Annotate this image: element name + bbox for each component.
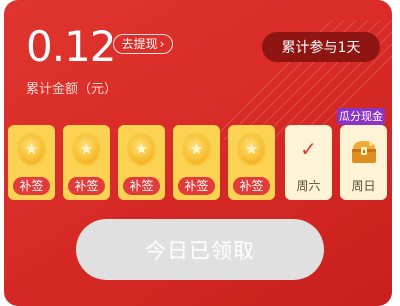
withdraw-label: 去提现 bbox=[121, 37, 158, 51]
star-coin-icon: ★ bbox=[17, 133, 46, 166]
makeup-button[interactable]: 补签 bbox=[123, 177, 160, 195]
day-saturday: ✓ 周六 bbox=[285, 125, 332, 200]
chevron-right-icon: › bbox=[159, 37, 165, 51]
accumulated-amount: 0.12 bbox=[26, 22, 117, 71]
day-makeup-4[interactable]: ★ 补签 bbox=[173, 125, 220, 200]
makeup-button[interactable]: 补签 bbox=[13, 177, 50, 195]
bonus-tag: 瓜分现金 bbox=[337, 108, 385, 125]
day-makeup-5[interactable]: ★ 补签 bbox=[228, 125, 275, 200]
day-makeup-2[interactable]: ★ 补签 bbox=[63, 125, 110, 200]
day-sunday[interactable]: 周日 bbox=[340, 125, 387, 200]
day-label: 周六 bbox=[296, 179, 321, 193]
star-coin-icon: ★ bbox=[127, 133, 156, 166]
makeup-button[interactable]: 补签 bbox=[68, 177, 105, 195]
claimed-today-button[interactable]: 今日已领取 bbox=[76, 219, 324, 280]
withdraw-button[interactable]: 去提现 › bbox=[113, 34, 173, 54]
day-makeup-1[interactable]: ★ 补签 bbox=[8, 125, 55, 200]
day-makeup-3[interactable]: ★ 补签 bbox=[118, 125, 165, 200]
treasure-chest-icon bbox=[352, 141, 376, 163]
makeup-button[interactable]: 补签 bbox=[178, 177, 215, 195]
checkmark-icon: ✓ bbox=[300, 137, 317, 161]
amount-caption: 累计金额（元） bbox=[26, 82, 118, 97]
star-coin-icon: ★ bbox=[237, 133, 266, 166]
checkin-days-row: ★ 补签 ★ 补签 ★ 补签 ★ 补签 ★ 补签 ✓ 周六 周日 bbox=[8, 125, 388, 200]
star-coin-icon: ★ bbox=[182, 133, 211, 166]
makeup-button[interactable]: 补签 bbox=[233, 177, 270, 195]
participation-days-badge: 累计参与1天 bbox=[262, 32, 380, 62]
star-coin-icon: ★ bbox=[72, 133, 101, 166]
day-label: 周日 bbox=[351, 179, 376, 193]
